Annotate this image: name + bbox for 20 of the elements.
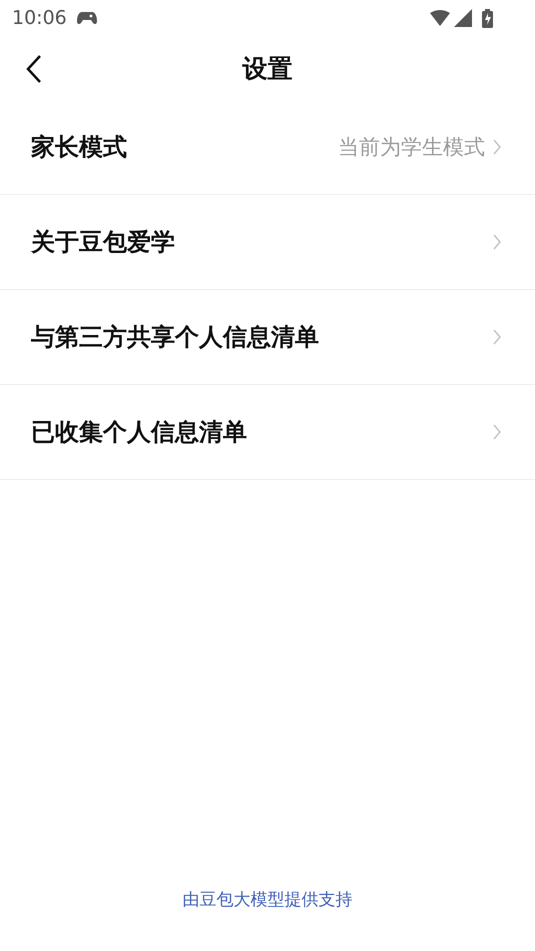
row-label: 已收集个人信息清单 — [31, 417, 247, 448]
row-label: 家长模式 — [31, 132, 127, 163]
page-title: 设置 — [242, 52, 292, 84]
chevron-icon — [493, 234, 501, 250]
chevron-icon — [493, 139, 501, 155]
wifi-icon — [430, 10, 450, 26]
chevron-icon — [493, 424, 501, 440]
settings-row[interactable]: 已收集个人信息清单 — [0, 385, 535, 480]
row-label: 关于豆包爱学 — [31, 227, 175, 258]
status-time: 10:06 — [12, 7, 67, 29]
footer-text: 由豆包大模型提供支持 — [182, 889, 352, 911]
settings-row[interactable]: 与第三方共享个人信息清单 — [0, 290, 535, 385]
row-label: 与第三方共享个人信息清单 — [31, 322, 319, 353]
chevron-icon — [493, 329, 501, 345]
settings-row[interactable]: 家长模式 当前为学生模式 — [0, 100, 535, 195]
gamepad-icon — [76, 11, 97, 25]
battery-charging-icon — [482, 8, 493, 28]
row-value: 当前为学生模式 — [338, 134, 485, 161]
signal-icon — [454, 9, 472, 27]
settings-row[interactable]: 关于豆包爱学 — [0, 195, 535, 290]
